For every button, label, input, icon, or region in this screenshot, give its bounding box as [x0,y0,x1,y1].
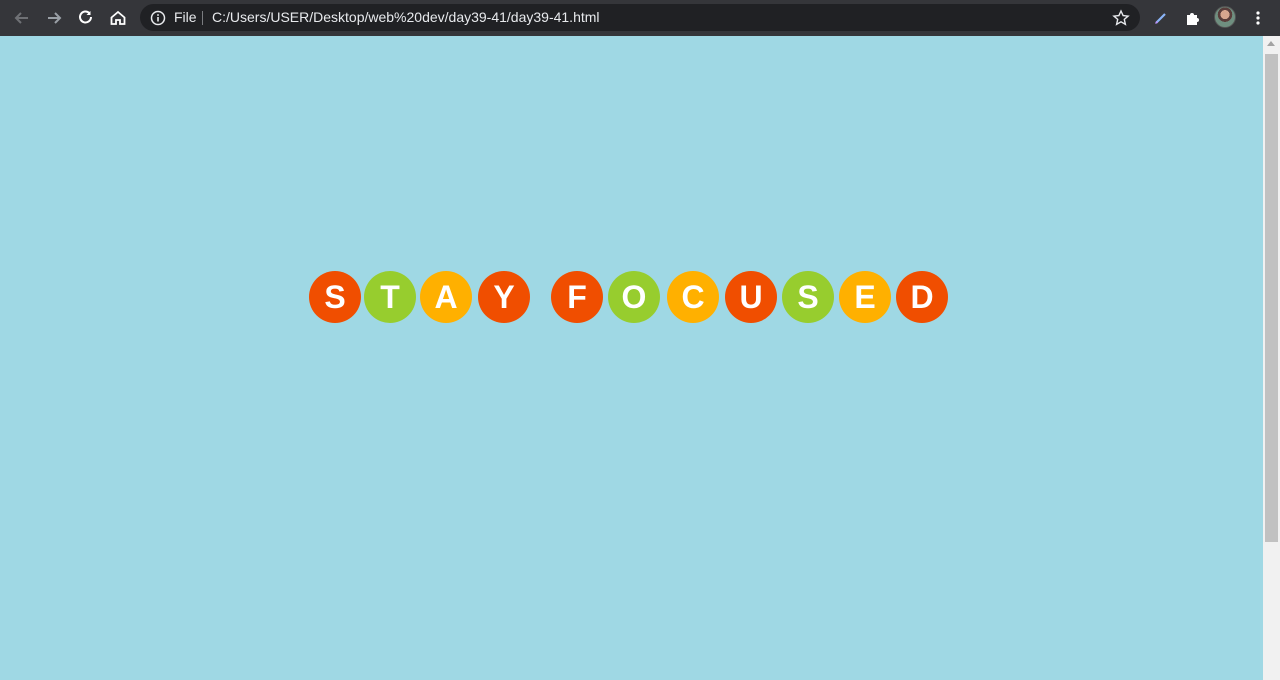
scheme-label: File [174,9,197,25]
vertical-scrollbar[interactable] [1263,36,1280,680]
url-text[interactable]: C:/Users/USER/Desktop/web%20dev/day39-41… [212,4,600,31]
back-button[interactable] [10,6,34,30]
star-icon[interactable] [1112,9,1130,27]
letter-circle-a: A [420,271,472,323]
letter-circle-f: F [551,271,603,323]
reload-button[interactable] [74,6,98,30]
browser-toolbar: File C:/Users/USER/Desktop/web%20dev/day… [0,0,1280,36]
reload-icon [79,10,92,24]
extensions-button[interactable] [1181,6,1205,30]
letter-circle-c: C [667,271,719,323]
home-icon [110,10,126,25]
address-bar[interactable]: File C:/Users/USER/Desktop/web%20dev/day… [140,4,1140,31]
letter-circle-s2: S [782,271,834,323]
menu-button[interactable] [1246,6,1270,30]
letter-circle-s: S [309,271,361,323]
letter-circle-t: T [364,271,416,323]
letter-circle-d: D [896,271,948,323]
letter-circle-u: U [725,271,777,323]
scroll-thumb[interactable] [1265,54,1278,542]
more-icon [1256,11,1260,25]
forward-icon [48,12,62,24]
info-icon[interactable] [150,10,166,26]
scroll-up-arrow-icon[interactable] [1267,41,1275,46]
extensions-icon [1187,13,1199,25]
home-button[interactable] [106,6,130,30]
forward-button[interactable] [42,6,66,30]
letter-circle-y: Y [478,271,530,323]
letter-circle-o: O [608,271,660,323]
pen-extension-button[interactable] [1149,6,1173,30]
back-icon [14,12,28,24]
page-content [0,36,1263,680]
omnibox-divider [202,11,203,25]
pen-icon [1155,13,1166,24]
letter-circle-e: E [839,271,891,323]
profile-avatar[interactable] [1214,6,1236,28]
